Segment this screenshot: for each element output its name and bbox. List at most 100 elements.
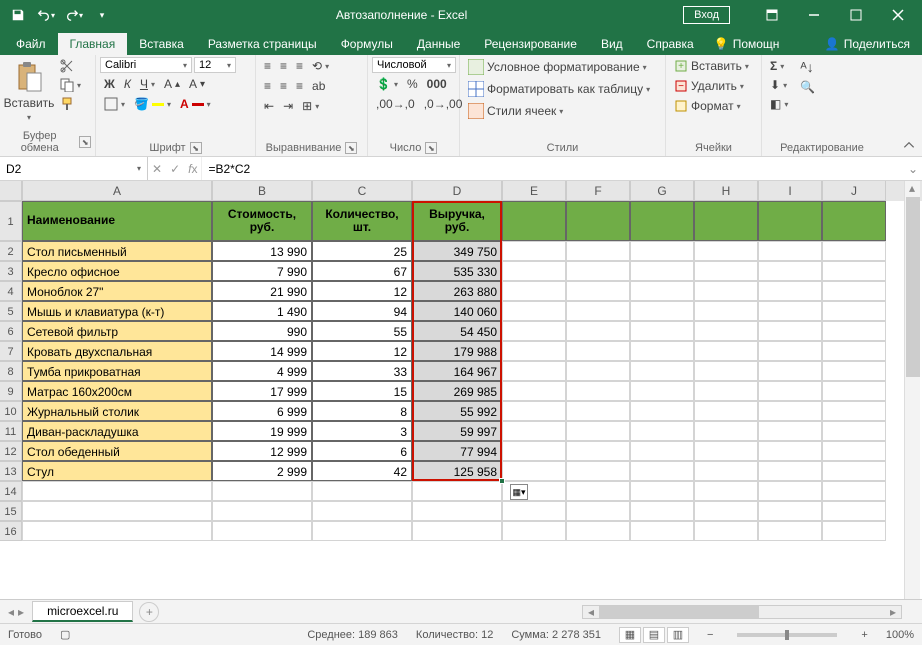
underline-button[interactable]: Ч▾ (136, 75, 159, 93)
font-name-combo[interactable]: Calibri▾ (100, 57, 192, 73)
cell[interactable]: 25 (312, 241, 412, 261)
zoom-slider[interactable] (737, 633, 837, 637)
cancel-formula-icon[interactable]: ✕ (152, 162, 162, 176)
cell[interactable] (694, 441, 758, 461)
font-size-combo[interactable]: 12▾ (194, 57, 236, 73)
cell[interactable] (694, 381, 758, 401)
cell[interactable]: 6 999 (212, 401, 312, 421)
cell[interactable] (822, 341, 886, 361)
cell[interactable] (758, 401, 822, 421)
cell[interactable] (566, 341, 630, 361)
cell[interactable] (758, 521, 822, 541)
cell[interactable] (412, 481, 502, 501)
cell[interactable] (630, 301, 694, 321)
cell[interactable] (822, 461, 886, 481)
row-header[interactable]: 3 (0, 261, 22, 281)
clipboard-launcher[interactable]: ⬊ (79, 136, 91, 148)
cell[interactable]: 269 985 (412, 381, 502, 401)
font-launcher[interactable]: ⬊ (190, 142, 202, 154)
enter-formula-icon[interactable]: ✓ (170, 162, 180, 176)
bold-button[interactable]: Ж (100, 75, 119, 93)
insert-function-icon[interactable]: fx (188, 162, 197, 176)
cell[interactable] (630, 481, 694, 501)
find-select-button[interactable]: 🔍 (796, 78, 819, 96)
wrap-text-button[interactable]: ab (308, 77, 329, 95)
cell[interactable] (758, 341, 822, 361)
cell[interactable] (22, 521, 212, 541)
cell[interactable] (822, 281, 886, 301)
cell[interactable] (694, 201, 758, 241)
cell[interactable]: Журнальный столик (22, 401, 212, 421)
maximize-icon[interactable] (836, 0, 876, 30)
macro-record-icon[interactable]: ▢ (60, 628, 70, 641)
cell[interactable] (566, 401, 630, 421)
tab-formulas[interactable]: Формулы (329, 33, 405, 55)
align-top-button[interactable]: ≡ (260, 57, 275, 75)
cell[interactable] (502, 401, 566, 421)
cell[interactable] (822, 441, 886, 461)
column-header-A[interactable]: A (22, 181, 212, 201)
cell[interactable]: Моноблок 27" (22, 281, 212, 301)
cell[interactable]: 990 (212, 321, 312, 341)
format-as-table-button[interactable]: Форматировать как таблицу▾ (464, 79, 654, 99)
zoom-in-button[interactable]: + (861, 629, 867, 641)
cell[interactable] (758, 481, 822, 501)
cell[interactable] (758, 361, 822, 381)
row-header[interactable]: 6 (0, 321, 22, 341)
increase-decimal-button[interactable]: ,00→,0 (372, 95, 419, 113)
row-header[interactable]: 12 (0, 441, 22, 461)
column-header-B[interactable]: B (212, 181, 312, 201)
cell[interactable] (566, 461, 630, 481)
cell[interactable]: 15 (312, 381, 412, 401)
cell[interactable] (630, 281, 694, 301)
cell[interactable] (502, 301, 566, 321)
comma-button[interactable]: 000 (423, 75, 451, 93)
cell[interactable] (566, 421, 630, 441)
cell[interactable] (502, 341, 566, 361)
column-header-F[interactable]: F (566, 181, 630, 201)
cell[interactable]: 2 999 (212, 461, 312, 481)
cell[interactable] (758, 261, 822, 281)
cell[interactable]: 12 (312, 281, 412, 301)
cell[interactable] (566, 281, 630, 301)
borders-button[interactable]: ▾ (100, 95, 129, 113)
sheet-nav-next-icon[interactable]: ▸ (18, 605, 24, 619)
cell[interactable]: 535 330 (412, 261, 502, 281)
cell[interactable] (694, 501, 758, 521)
cell[interactable] (694, 421, 758, 441)
cell[interactable] (758, 281, 822, 301)
zoom-level[interactable]: 100% (886, 629, 914, 641)
normal-view-button[interactable]: ▦ (619, 627, 641, 643)
cell[interactable] (822, 201, 886, 241)
cell[interactable] (822, 501, 886, 521)
cell[interactable]: Стоимость, руб. (212, 201, 312, 241)
cell[interactable] (758, 241, 822, 261)
tab-home[interactable]: Главная (58, 33, 128, 55)
cell[interactable]: Мышь и клавиатура (к-т) (22, 301, 212, 321)
align-bottom-button[interactable]: ≡ (292, 57, 307, 75)
cell[interactable]: 179 988 (412, 341, 502, 361)
cell[interactable] (312, 521, 412, 541)
cell[interactable] (502, 281, 566, 301)
cell[interactable]: Стул (22, 461, 212, 481)
row-header[interactable]: 16 (0, 521, 22, 541)
worksheet-grid[interactable]: ABCDEFGHIJ 1НаименованиеСтоимость, руб.К… (0, 181, 922, 599)
number-format-combo[interactable]: Числовой▾ (372, 57, 456, 73)
copy-button[interactable]: ▾ (56, 76, 85, 94)
cell[interactable] (502, 461, 566, 481)
formula-input[interactable]: =B2*C2 (202, 157, 904, 180)
collapse-ribbon-icon[interactable] (902, 138, 916, 152)
cell[interactable]: 21 990 (212, 281, 312, 301)
undo-icon[interactable]: ▾ (34, 3, 58, 27)
cell[interactable] (758, 501, 822, 521)
align-middle-button[interactable]: ≡ (276, 57, 291, 75)
cell[interactable] (212, 481, 312, 501)
vertical-scrollbar[interactable]: ▴ (904, 181, 920, 599)
cell[interactable] (566, 301, 630, 321)
expand-formula-bar-icon[interactable]: ⌄ (904, 157, 922, 180)
cell[interactable] (502, 361, 566, 381)
insert-cells-button[interactable]: +Вставить▾ (670, 57, 753, 75)
cell[interactable] (566, 381, 630, 401)
cell[interactable] (566, 481, 630, 501)
minimize-icon[interactable] (794, 0, 834, 30)
